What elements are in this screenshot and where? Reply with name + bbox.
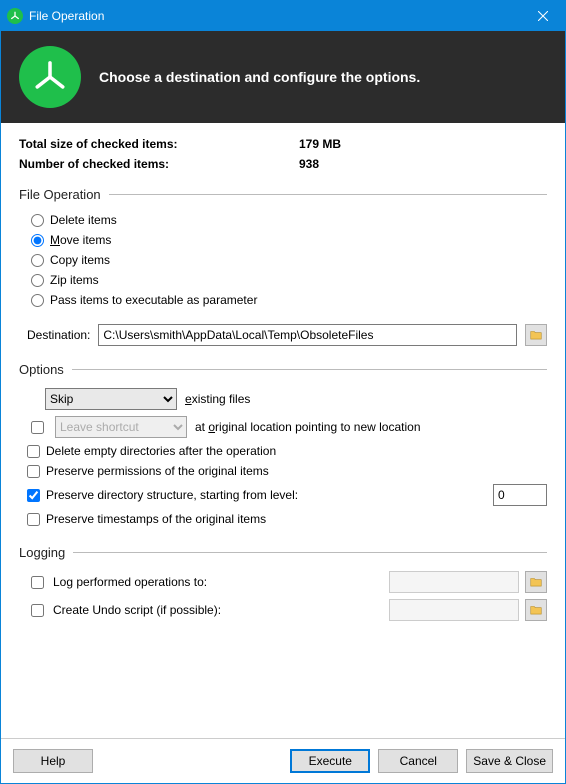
existing-label: existing files <box>185 392 250 406</box>
count-label: Number of checked items: <box>19 157 299 171</box>
divider <box>109 194 547 195</box>
dest-input[interactable] <box>98 324 517 346</box>
shortcut-select: Leave shortcut <box>55 416 187 438</box>
options-header: Options <box>19 362 64 377</box>
help-button[interactable]: Help <box>13 749 93 773</box>
radio-pass-input[interactable] <box>31 294 44 307</box>
radio-zip-label: Zip items <box>50 273 99 287</box>
dest-label: Destination: <box>27 328 90 342</box>
check-preserve-struct-input[interactable] <box>27 489 40 502</box>
check-delete-empty-input[interactable] <box>27 445 40 458</box>
close-button[interactable] <box>520 1 565 31</box>
browse-undo-button[interactable] <box>525 599 547 621</box>
radio-pass-label: Pass items to executable as parameter <box>50 293 257 307</box>
radio-zip-input[interactable] <box>31 274 44 287</box>
existing-select[interactable]: Skip <box>45 388 177 410</box>
execute-button[interactable]: Execute <box>290 749 370 773</box>
radio-move-input[interactable] <box>31 234 44 247</box>
log-ops-label: Log performed operations to: <box>53 575 207 589</box>
window-title: File Operation <box>29 9 520 23</box>
banner: Choose a destination and configure the o… <box>1 31 565 123</box>
shortcut-label: at original location pointing to new loc… <box>195 420 421 434</box>
log-ops-path <box>389 571 519 593</box>
size-label: Total size of checked items: <box>19 137 299 151</box>
count-value: 938 <box>299 157 319 171</box>
shortcut-check[interactable] <box>31 421 44 434</box>
radio-zip[interactable]: Zip items <box>19 270 547 290</box>
check-log-ops[interactable] <box>31 576 44 589</box>
radio-copy-input[interactable] <box>31 254 44 267</box>
radio-pass[interactable]: Pass items to executable as parameter <box>19 290 547 310</box>
titlebar: File Operation <box>1 1 565 31</box>
tree-icon <box>19 46 81 108</box>
check-delete-empty[interactable]: Delete empty directories after the opera… <box>19 441 547 461</box>
check-delete-empty-label: Delete empty directories after the opera… <box>46 444 276 458</box>
check-preserve-perm-label: Preserve permissions of the original ite… <box>46 464 269 478</box>
check-preserve-time-input[interactable] <box>27 513 40 526</box>
size-value: 179 MB <box>299 137 341 151</box>
save-close-button[interactable]: Save & Close <box>466 749 553 773</box>
level-input[interactable] <box>493 484 547 506</box>
content: Total size of checked items: 179 MB Numb… <box>1 123 565 738</box>
radio-delete-label: Delete items <box>50 213 117 227</box>
radio-move[interactable]: Move items <box>19 230 547 250</box>
radio-delete-input[interactable] <box>31 214 44 227</box>
logging-header: Logging <box>19 545 65 560</box>
radio-delete[interactable]: Delete items <box>19 210 547 230</box>
check-preserve-perm-input[interactable] <box>27 465 40 478</box>
check-preserve-time[interactable]: Preserve timestamps of the original item… <box>19 509 547 529</box>
file-op-header: File Operation <box>19 187 101 202</box>
undo-path <box>389 599 519 621</box>
radio-copy[interactable]: Copy items <box>19 250 547 270</box>
banner-text: Choose a destination and configure the o… <box>99 69 420 85</box>
check-undo[interactable] <box>31 604 44 617</box>
check-preserve-struct-label: Preserve directory structure, starting f… <box>46 488 298 502</box>
undo-label: Create Undo script (if possible): <box>53 603 221 617</box>
app-icon <box>7 8 23 24</box>
check-preserve-time-label: Preserve timestamps of the original item… <box>46 512 266 526</box>
divider <box>72 369 547 370</box>
check-preserve-perm[interactable]: Preserve permissions of the original ite… <box>19 461 547 481</box>
radio-copy-label: Copy items <box>50 253 110 267</box>
radio-move-label: Move items <box>50 233 111 247</box>
divider <box>73 552 547 553</box>
cancel-button[interactable]: Cancel <box>378 749 458 773</box>
browse-dest-button[interactable] <box>525 324 547 346</box>
browse-log-button[interactable] <box>525 571 547 593</box>
footer: Help Execute Cancel Save & Close <box>1 738 565 783</box>
